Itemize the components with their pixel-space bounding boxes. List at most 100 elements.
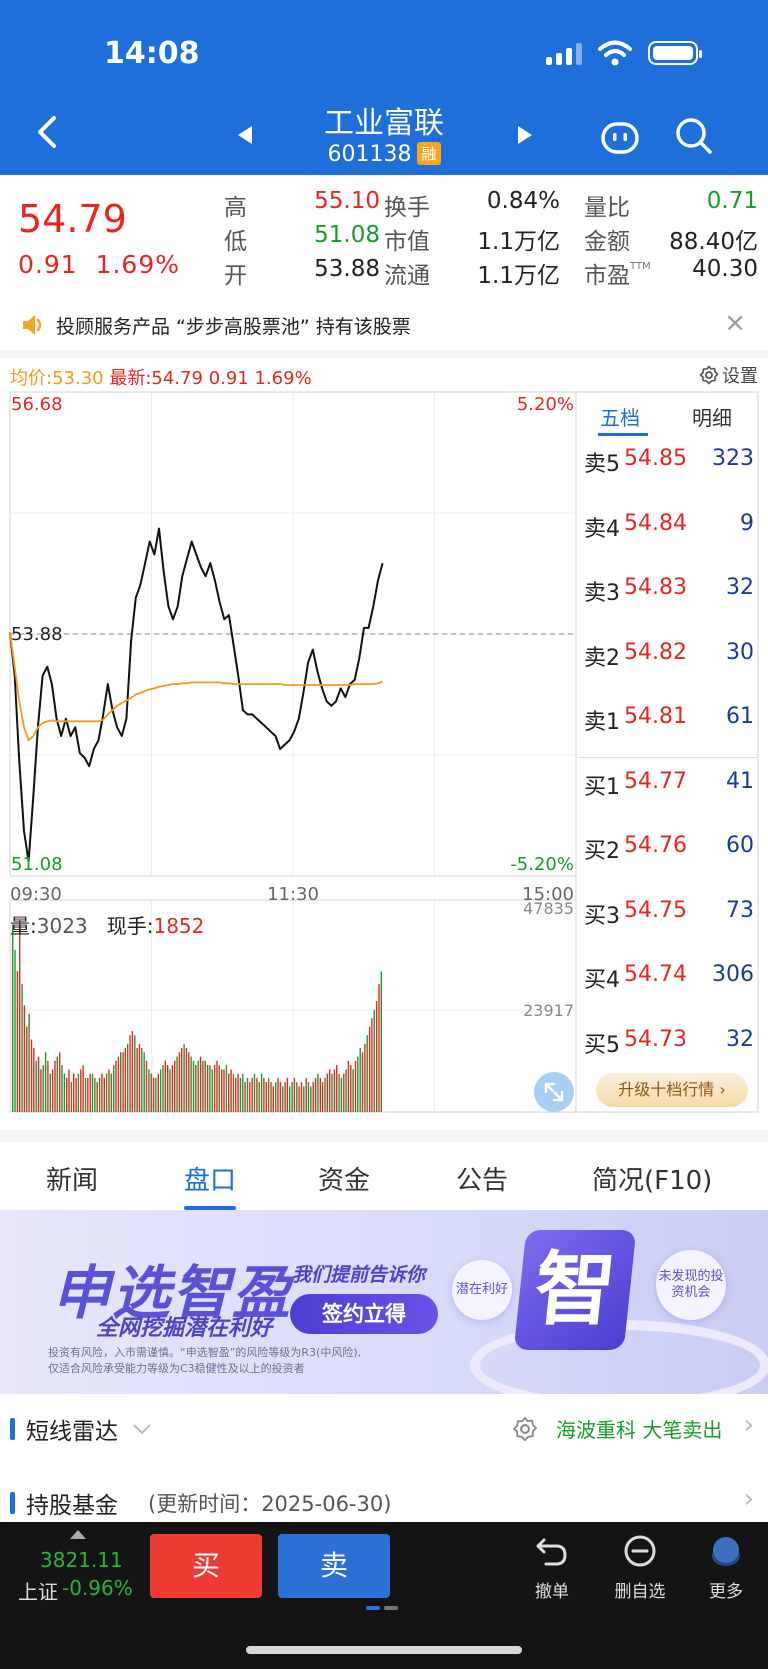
volume-bar bbox=[225, 1065, 228, 1112]
remove-watchlist-label: 删自选 bbox=[614, 1582, 666, 1602]
margin-badge: 融 bbox=[417, 142, 441, 165]
fund-title: 持股基金 bbox=[26, 1493, 118, 1519]
close-icon[interactable]: × bbox=[724, 310, 746, 336]
volume-bar bbox=[61, 1065, 63, 1112]
volume-bar bbox=[206, 1065, 209, 1112]
short-radar-row[interactable]: 短线雷达 海波重科 大笔卖出 › bbox=[0, 1394, 768, 1464]
volume-bar bbox=[195, 1065, 197, 1112]
order-price: 54.74 bbox=[624, 962, 687, 987]
x-tick-label: 11:30 bbox=[267, 884, 319, 905]
volume-bar bbox=[16, 971, 19, 1112]
remove-watchlist-button[interactable]: 删自选 bbox=[600, 1534, 680, 1602]
volume-max-label: 47835 bbox=[523, 899, 574, 918]
order-label: 卖1 bbox=[584, 710, 620, 735]
order-vol: 30 bbox=[726, 639, 754, 665]
volume-bar bbox=[321, 1082, 324, 1112]
ask-row[interactable]: 卖4 54.84 9 bbox=[584, 511, 754, 542]
bid-row[interactable]: 买5 54.73 32 bbox=[584, 1027, 754, 1058]
fullscreen-button[interactable] bbox=[534, 1072, 574, 1112]
volume-bar bbox=[333, 1069, 336, 1112]
volume-bar bbox=[352, 1069, 354, 1112]
cancel-order-label: 撤单 bbox=[535, 1582, 569, 1602]
index-value[interactable]: 3821.11 bbox=[40, 1548, 123, 1572]
sell-button[interactable]: 卖 bbox=[278, 1534, 390, 1598]
ask-row[interactable]: 卖3 54.83 32 bbox=[584, 575, 754, 606]
order-label: 买1 bbox=[584, 774, 620, 800]
assistant-icon[interactable] bbox=[600, 118, 640, 158]
more-button[interactable]: 更多 bbox=[686, 1534, 766, 1602]
volume-bar bbox=[228, 1073, 230, 1112]
promo-banner[interactable]: 申选智盈 全网挖掘潜在利好 我们提前告诉你 签约立得 投资有风险，入市需谨慎。“… bbox=[0, 1210, 768, 1394]
app-header: 14:08 工业富联 601138 融 bbox=[0, 0, 768, 175]
chart-settings-button[interactable]: 设置 bbox=[699, 362, 758, 388]
volume-bar bbox=[96, 1082, 98, 1112]
volume-bar bbox=[129, 1035, 131, 1112]
banner-big-char: 智 bbox=[513, 1230, 637, 1350]
chevron-down-icon[interactable] bbox=[132, 1422, 152, 1436]
volume-bar bbox=[253, 1073, 256, 1112]
volume-bar bbox=[263, 1077, 265, 1112]
tab-orderbook[interactable]: 盘口 bbox=[184, 1160, 236, 1197]
volume-bar bbox=[354, 1060, 357, 1112]
tab-news[interactable]: 新闻 bbox=[46, 1160, 98, 1197]
tab-five-levels[interactable]: 五档 bbox=[600, 402, 640, 431]
bid-row[interactable]: 买2 54.76 60 bbox=[584, 833, 754, 864]
buy-button[interactable]: 买 bbox=[150, 1534, 262, 1598]
volume-bar bbox=[218, 1065, 220, 1112]
stat-value: 1.1万亿 bbox=[477, 263, 560, 289]
volume-bar bbox=[169, 1069, 171, 1112]
radar-hint: 海波重科 大笔卖出 bbox=[556, 1418, 723, 1442]
bid-row[interactable]: 买3 54.75 73 bbox=[584, 897, 754, 929]
index-percent: -0.96% bbox=[62, 1576, 133, 1600]
price-change: 0.91 1.69% bbox=[18, 250, 180, 279]
gear-icon[interactable] bbox=[512, 1416, 538, 1442]
remove-watchlist-icon bbox=[624, 1535, 656, 1567]
intraday-chart[interactable]: 56.68 5.20%53.8851.08 -5.20%09:30 11:30 15:0… bbox=[0, 390, 768, 1130]
search-icon[interactable] bbox=[674, 116, 714, 156]
section-tabs: 新闻 盘口 资金 公告 简况(F10) bbox=[0, 1142, 768, 1210]
advisory-notice[interactable]: 投顾服务产品 “步步高股票池” 持有该股票 × bbox=[0, 300, 768, 350]
stat-value: 40.30 bbox=[692, 256, 758, 282]
stat-value: 53.88 bbox=[314, 256, 380, 282]
order-price: 54.82 bbox=[624, 639, 687, 665]
ask-row[interactable]: 卖2 54.82 30 bbox=[584, 639, 754, 671]
tab-announcements[interactable]: 公告 bbox=[456, 1160, 508, 1197]
volume-bar bbox=[312, 1082, 314, 1112]
order-label: 买5 bbox=[584, 1032, 620, 1058]
volume-value: 3023 bbox=[36, 914, 88, 938]
bid-row[interactable]: 买4 54.74 306 bbox=[584, 962, 754, 993]
volume-bar bbox=[159, 1069, 162, 1112]
tab-profile[interactable]: 简况(F10) bbox=[592, 1160, 712, 1197]
order-vol: 323 bbox=[712, 446, 754, 471]
ask-row[interactable]: 卖1 54.81 61 bbox=[584, 704, 754, 735]
undo-icon bbox=[536, 1538, 567, 1566]
bid-row[interactable]: 买1 54.77 41 bbox=[584, 769, 754, 800]
volume-bar bbox=[319, 1077, 321, 1112]
battery-icon bbox=[648, 41, 702, 65]
volume-bar bbox=[51, 1069, 54, 1112]
banner-cta-button[interactable]: 签约立得 bbox=[290, 1294, 438, 1334]
volume-bar bbox=[110, 1073, 112, 1112]
current-hand-value: 1852 bbox=[153, 914, 205, 938]
tab-funds[interactable]: 资金 bbox=[318, 1160, 370, 1197]
order-label: 卖3 bbox=[584, 581, 620, 606]
upgrade-level10-button[interactable]: 升级十档行情 › bbox=[596, 1073, 748, 1107]
order-label: 卖5 bbox=[584, 452, 620, 477]
order-price: 54.85 bbox=[624, 446, 687, 471]
ask-row[interactable]: 卖5 54.85 323 bbox=[584, 446, 754, 477]
volume-bar bbox=[33, 1048, 35, 1112]
volume-bar bbox=[94, 1077, 96, 1112]
order-vol: 73 bbox=[726, 897, 754, 923]
cancel-order-button[interactable]: 撤单 bbox=[512, 1534, 592, 1602]
next-stock-icon[interactable] bbox=[514, 124, 536, 146]
latest-percent: 1.69% bbox=[254, 368, 312, 389]
volume-bar bbox=[293, 1077, 296, 1112]
avg-price-label: 均价:53.30 bbox=[10, 368, 104, 389]
page-indicator bbox=[366, 1606, 398, 1610]
volume-bar bbox=[141, 1048, 143, 1112]
volume-bar bbox=[260, 1073, 263, 1112]
expand-index-icon[interactable] bbox=[70, 1530, 86, 1539]
volume-bar bbox=[30, 1039, 33, 1112]
tab-detail[interactable]: 明细 bbox=[692, 402, 732, 431]
expand-icon bbox=[544, 1082, 564, 1102]
